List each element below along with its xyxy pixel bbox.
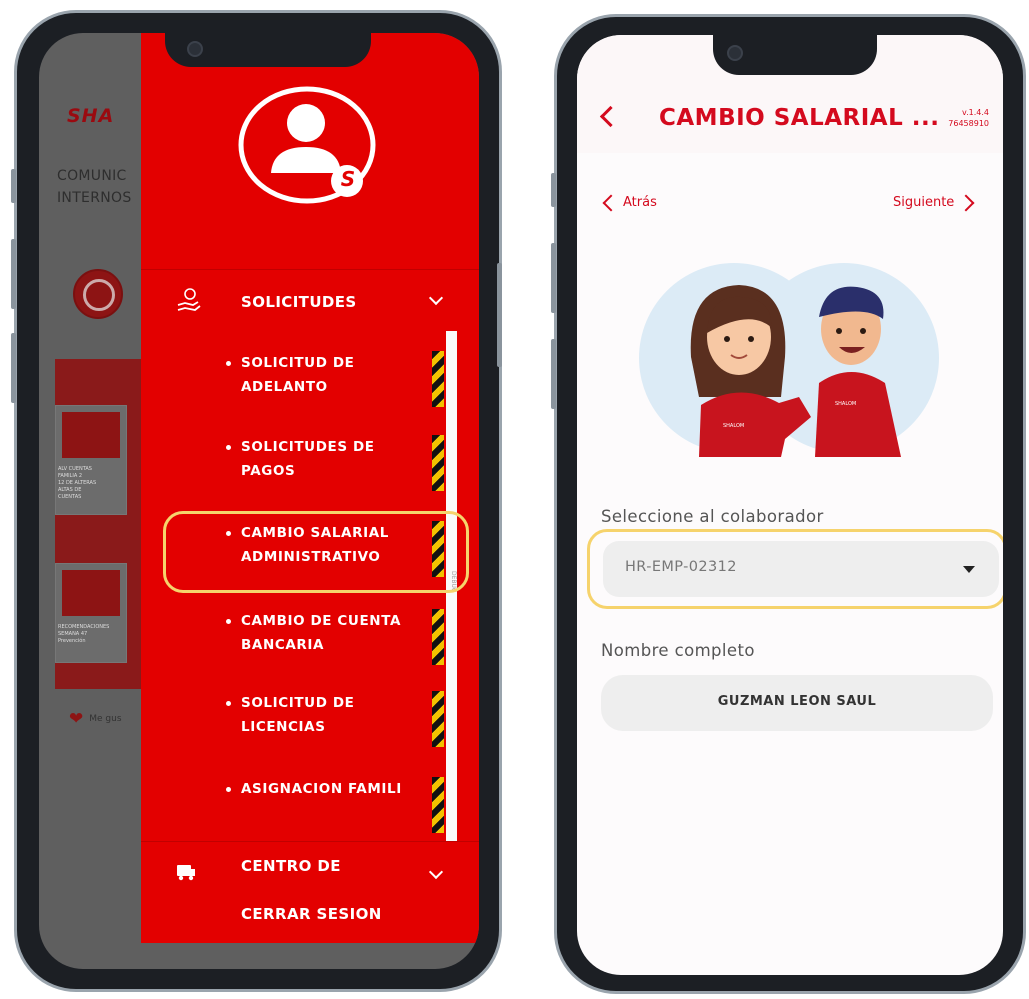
dropdown-arrow-icon: [963, 566, 975, 573]
submenu-cambio-cuenta[interactable]: CAMBIO DE CUENTA BANCARIA: [226, 609, 401, 657]
collaborators-illustration: SHALOM SHALOM: [639, 247, 939, 477]
brand-circle-logo: [73, 269, 123, 319]
drawer-divider: [141, 841, 479, 842]
next-link[interactable]: Siguiente: [893, 194, 975, 211]
menu-section-solicitudes[interactable]: SOLICITUDES: [141, 281, 479, 325]
chevron-right-icon: [957, 194, 975, 211]
truck-icon: [177, 865, 195, 881]
news-thumb-2[interactable]: RECOMENDACIONES SEMANA 47 Prevención: [55, 563, 127, 663]
debug-stripe: [432, 691, 444, 747]
side-button: [551, 173, 556, 207]
news-thumb-1[interactable]: ALV CUENTAS FAMILIA 2 12 DE ALTERAS ALTA…: [55, 405, 127, 515]
menu-section-label: SOLICITUDES: [241, 293, 357, 311]
hand-coin-icon: [177, 288, 201, 311]
left-screen: SHA COMUNIC INTERNOS ALV CUENTAS FAMILIA…: [39, 33, 479, 969]
navigation-drawer: S SOLICITUDES SOLICITUD DE ADELANTO SOLI…: [141, 33, 479, 943]
collaborator-label: Seleccione al colaborador: [601, 507, 824, 526]
debug-stripe: [432, 351, 444, 407]
fullname-field: GUZMAN LEON SAUL: [601, 675, 993, 731]
phone-notch: [713, 35, 877, 75]
front-camera: [187, 41, 203, 57]
chevron-down-icon: [428, 864, 444, 880]
heart-icon: ❤: [69, 709, 84, 729]
brand-logo: SHA: [67, 105, 115, 127]
submenu-asignacion-familiar[interactable]: ASIGNACION FAMILI: [226, 777, 402, 801]
left-phone-frame: SHA COMUNIC INTERNOS ALV CUENTAS FAMILIA…: [11, 10, 502, 992]
avatar-badge-s: S: [340, 167, 356, 191]
menu-section-centro[interactable]: CENTRO DE: [141, 851, 479, 895]
like-button[interactable]: ❤ Me gus: [69, 709, 122, 729]
side-button: [11, 169, 16, 203]
phone-notch: [165, 33, 371, 67]
debug-stripe: [432, 609, 444, 665]
right-screen: CAMBIO SALARIAL ... v.1.4.4 76458910 Atr…: [577, 35, 1003, 975]
chevron-down-icon: [428, 290, 444, 306]
menu-section-label: CENTRO DE: [241, 857, 341, 875]
back-link[interactable]: Atrás: [602, 194, 657, 211]
debug-stripe: [432, 435, 444, 491]
fullname-label: Nombre completo: [601, 641, 755, 660]
side-button: [551, 339, 556, 409]
collaborator-select[interactable]: HR-EMP-02312: [603, 541, 999, 597]
right-phone-frame: CAMBIO SALARIAL ... v.1.4.4 76458910 Atr…: [551, 14, 1026, 994]
side-button: [11, 333, 16, 403]
user-avatar[interactable]: S: [237, 85, 377, 205]
submenu-solicitud-licencias[interactable]: SOLICITUD DE LICENCIAS: [226, 691, 354, 739]
chevron-left-icon: [602, 194, 620, 211]
version-info: v.1.4.4 76458910: [948, 108, 989, 128]
submenu-solicitudes-pagos[interactable]: SOLICITUDES DE PAGOS: [226, 435, 375, 483]
submenu-solicitud-adelanto[interactable]: SOLICITUD DE ADELANTO: [226, 351, 354, 399]
side-button: [497, 263, 502, 367]
highlight-annotation: [163, 511, 469, 593]
page-title: CAMBIO SALARIAL ...: [659, 105, 940, 131]
side-button: [11, 239, 16, 309]
section-title: COMUNIC INTERNOS: [57, 168, 132, 206]
drawer-divider: [141, 269, 479, 270]
debug-stripe: [432, 777, 444, 833]
front-camera: [727, 45, 743, 61]
side-button: [551, 243, 556, 313]
logout-button[interactable]: CERRAR SESION: [241, 905, 382, 923]
